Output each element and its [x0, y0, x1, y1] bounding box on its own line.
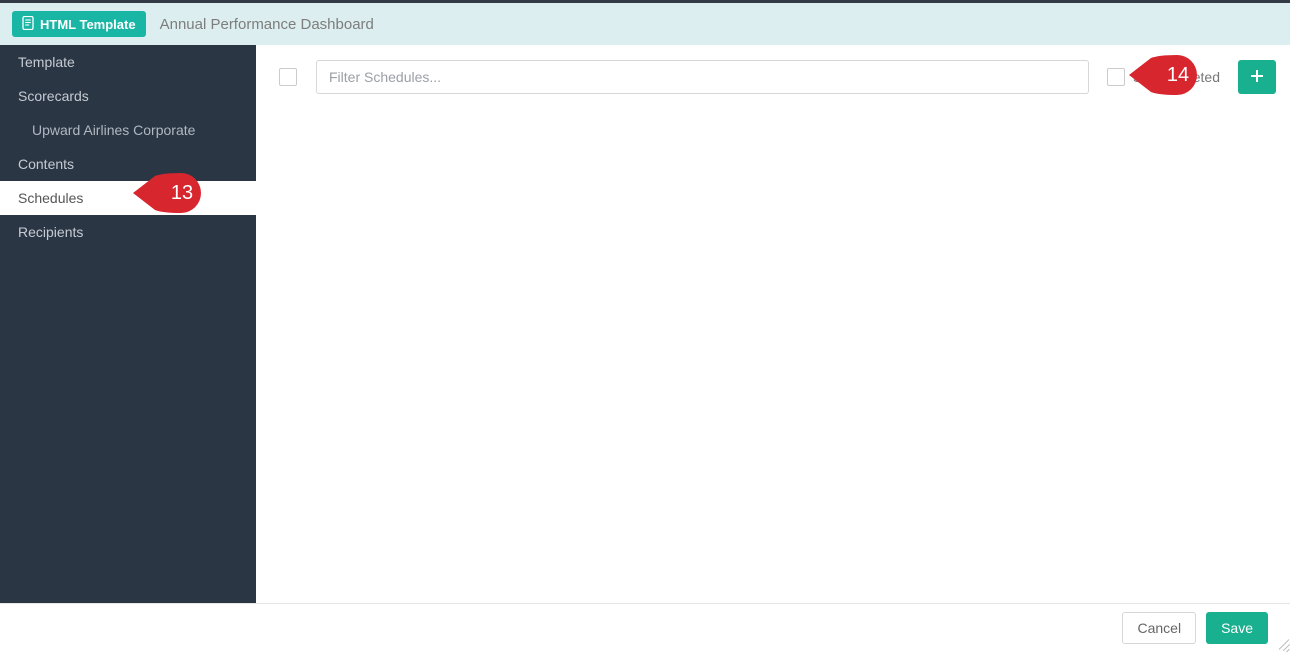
cancel-button[interactable]: Cancel	[1122, 612, 1196, 644]
document-icon	[22, 16, 34, 33]
sidebar-item-label: Schedules	[18, 190, 83, 206]
html-template-badge-label: HTML Template	[40, 17, 136, 32]
select-all-checkbox[interactable]	[279, 68, 297, 86]
select-all-checkbox-wrap	[270, 68, 306, 86]
page-title: Annual Performance Dashboard	[160, 16, 374, 33]
filter-row: Show Deleted	[270, 59, 1276, 95]
sidebar-item-scorecards[interactable]: Scorecards	[0, 79, 256, 113]
sidebar-item-label: Contents	[18, 156, 74, 172]
sidebar-item-recipients[interactable]: Recipients	[0, 215, 256, 249]
show-deleted-group: Show Deleted	[1107, 68, 1220, 86]
sidebar-item-scorecard-upward-airlines[interactable]: Upward Airlines Corporate	[0, 113, 256, 147]
add-schedule-button[interactable]	[1238, 60, 1276, 94]
html-template-badge: HTML Template	[12, 11, 146, 37]
filter-schedules-input[interactable]	[316, 60, 1089, 94]
sidebar-item-schedules[interactable]: Schedules	[0, 181, 256, 215]
plus-icon	[1250, 67, 1264, 88]
show-deleted-checkbox[interactable]	[1107, 68, 1125, 86]
save-button[interactable]: Save	[1206, 612, 1268, 644]
header-bar: HTML Template Annual Performance Dashboa…	[0, 3, 1290, 45]
show-deleted-label: Show Deleted	[1133, 69, 1220, 85]
main-panel: Show Deleted	[256, 45, 1290, 603]
sidebar-item-label: Template	[18, 54, 75, 70]
sidebar-item-template[interactable]: Template	[0, 45, 256, 79]
resize-handle-icon[interactable]	[1277, 638, 1289, 650]
footer-bar: Cancel Save	[0, 603, 1290, 651]
sidebar-item-label: Scorecards	[18, 88, 89, 104]
sidebar-item-label: Upward Airlines Corporate	[32, 122, 195, 138]
sidebar-item-contents[interactable]: Contents	[0, 147, 256, 181]
sidebar-item-label: Recipients	[18, 224, 83, 240]
sidebar: Template Scorecards Upward Airlines Corp…	[0, 45, 256, 603]
